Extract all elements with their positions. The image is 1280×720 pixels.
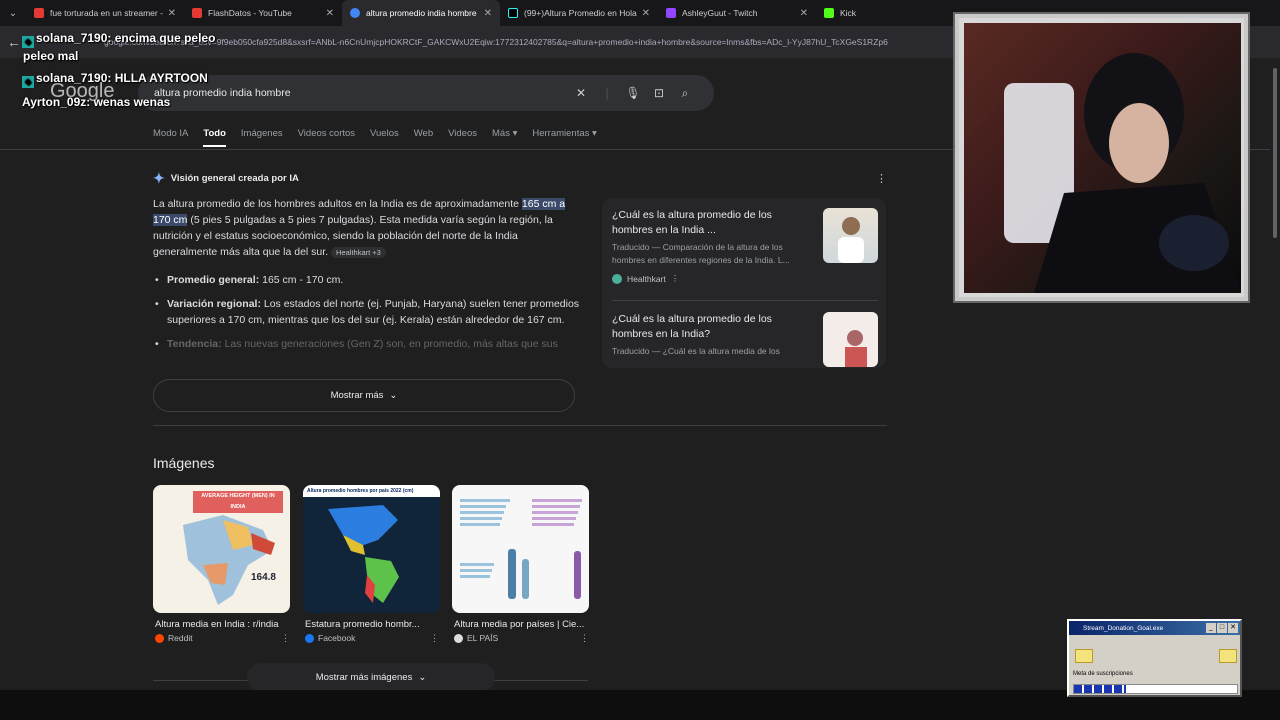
more-options-icon[interactable]: ⋮ xyxy=(281,633,290,644)
chevron-down-icon: ⌄ xyxy=(418,671,427,683)
image-source: Reddit xyxy=(155,633,193,643)
list-item: Promedio general: 165 cm - 170 cm. xyxy=(153,272,583,288)
search-icon[interactable]: ⌕ xyxy=(672,86,698,101)
ai-bullets: Promedio general: 165 cm - 170 cm. Varia… xyxy=(153,272,583,360)
image-source: Facebook xyxy=(305,633,355,643)
close-icon[interactable]: ✕ xyxy=(1228,623,1238,633)
tab-kick[interactable]: Kick xyxy=(816,0,974,26)
image-result[interactable]: AVERAGE HEIGHT (MEN) IN INDIA 164.8 xyxy=(153,485,290,613)
tab-videos-cortos[interactable]: Videos cortos xyxy=(298,128,355,147)
tab-videos[interactable]: Videos xyxy=(448,128,477,147)
more-options-icon[interactable]: ⋮ xyxy=(671,273,680,284)
close-tab-icon[interactable]: ✕ xyxy=(800,8,808,19)
url-field[interactable]: google.com/search?sca_esv=9f9eb050cfa925… xyxy=(104,37,964,47)
tab-herramientas[interactable]: Herramientas ▾ xyxy=(532,128,596,147)
twitch-icon xyxy=(666,8,676,18)
tab-web[interactable]: Web xyxy=(414,128,433,147)
window-titlebar: Stream_Donation_Goal.exe _ □ ✕ xyxy=(1069,621,1240,635)
image-result[interactable]: Altura promedio hombres por país 2022 (c… xyxy=(303,485,440,613)
facebook-icon xyxy=(305,633,314,643)
chat-message: peleo mal xyxy=(23,49,79,63)
close-tab-icon[interactable]: ✕ xyxy=(326,8,334,19)
source-card[interactable]: ¿Cuál es la altura promedio de los hombr… xyxy=(612,208,878,284)
ai-overview-text: La altura promedio de los hombres adulto… xyxy=(153,198,566,258)
sparkle-icon: ✦ xyxy=(153,170,165,186)
more-options-icon[interactable]: ⋮ xyxy=(876,172,887,185)
show-more-images-button[interactable]: Mostrar más imágenes ⌄ xyxy=(247,663,495,691)
youtube-icon xyxy=(34,8,44,18)
source-card[interactable]: ¿Cuál es la altura promedio de los hombr… xyxy=(612,312,878,367)
chat-message: ◆ solana_7190: HLLA AYRTOON xyxy=(22,70,215,88)
article-thumbnail xyxy=(823,312,878,367)
tab-streamer[interactable]: fue torturada en un streamer - ✕ xyxy=(26,0,184,26)
image-source: EL PAÍS xyxy=(454,633,498,643)
webcam-video xyxy=(964,23,1241,293)
tab-imagenes[interactable]: Imágenes xyxy=(241,128,283,147)
show-more-button[interactable]: Mostrar más ⌄ xyxy=(153,379,575,412)
ai-overview-heading: ✦ Visión general creada por IA xyxy=(153,170,299,186)
search-input[interactable] xyxy=(154,87,568,99)
search-nav-tabs: Modo IA Todo Imágenes Videos cortos Vuel… xyxy=(153,128,597,147)
india-map-graphic xyxy=(183,515,275,605)
image-caption[interactable]: Altura media en India : r/india xyxy=(155,619,292,630)
kick-icon xyxy=(824,8,834,18)
tab-search-icon[interactable]: ⌄ xyxy=(0,0,26,26)
more-options-icon[interactable]: ⋮ xyxy=(430,633,439,644)
man-photo-thumbnail xyxy=(823,208,878,263)
citation-chip[interactable]: Healthkart +3 xyxy=(331,247,386,258)
divider xyxy=(153,425,887,426)
goal-progress-bar xyxy=(1073,684,1238,694)
image-caption[interactable]: Estatura promedio hombr... xyxy=(305,619,442,630)
height-table-graphic xyxy=(460,499,582,599)
healthkart-icon xyxy=(612,273,622,284)
tab-modo-ia[interactable]: Modo IA xyxy=(153,128,188,147)
tab-mas[interactable]: Más ▾ xyxy=(492,128,517,147)
chevron-down-icon: ⌄ xyxy=(389,390,398,401)
close-tab-icon[interactable]: ✕ xyxy=(642,8,650,19)
chat-message: ◆ solana_7190: encima que peleo xyxy=(22,30,215,48)
tab-vuelos[interactable]: Vuelos xyxy=(370,128,399,147)
image-caption[interactable]: Altura media por países | Cie... xyxy=(454,619,591,630)
google-icon xyxy=(350,8,360,18)
folder-icon xyxy=(1075,649,1093,663)
list-item: Variación regional: Los estados del nort… xyxy=(153,296,583,328)
tab-tiktok[interactable]: (99+)Altura Promedio en Hola ✕ xyxy=(500,0,658,26)
maximize-icon[interactable]: □ xyxy=(1217,623,1227,633)
divider xyxy=(612,300,878,301)
webcam-overlay xyxy=(953,12,1250,303)
scrollbar-thumb[interactable] xyxy=(1273,68,1277,238)
close-tab-icon[interactable]: ✕ xyxy=(484,8,492,19)
chat-message: Ayrton_09z: wenas wenas xyxy=(22,95,171,109)
tab-twitch[interactable]: AshleyGuut - Twitch ✕ xyxy=(658,0,816,26)
donation-goal-window: Stream_Donation_Goal.exe _ □ ✕ Meta de sus… xyxy=(1067,619,1242,697)
fade-overlay xyxy=(153,348,583,368)
lens-icon[interactable]: ⊡ xyxy=(646,86,672,100)
minimize-icon[interactable]: _ xyxy=(1206,623,1216,633)
americas-map-graphic xyxy=(328,505,399,603)
goal-progress-fill xyxy=(1074,685,1127,693)
search-box[interactable]: ✕ | 🎙 ⊡ ⌕ xyxy=(138,75,714,111)
clear-icon[interactable]: ✕ xyxy=(568,86,594,100)
reddit-icon xyxy=(155,633,164,643)
tab-todo[interactable]: Todo xyxy=(203,128,226,147)
image-result[interactable] xyxy=(452,485,589,613)
sub-badge-icon: ◆ xyxy=(22,36,34,48)
microphone-icon[interactable]: 🎙 xyxy=(620,86,646,100)
youtube-icon xyxy=(192,8,202,18)
images-heading: Imágenes xyxy=(153,455,215,471)
more-options-icon[interactable]: ⋮ xyxy=(580,633,589,644)
stream-chat-overlay: ◆ solana_7190: encima que peleo peleo mal… xyxy=(22,30,215,110)
sub-badge-icon: ◆ xyxy=(22,76,34,88)
tab-flashdatos[interactable]: FlashDatos - YouTube ✕ xyxy=(184,0,342,26)
folder-icon xyxy=(1219,649,1237,663)
scrollbar[interactable] xyxy=(1270,58,1280,690)
close-tab-icon[interactable]: ✕ xyxy=(168,8,176,19)
goal-label: Meta de suscripciones xyxy=(1073,671,1133,677)
source-cards-panel: ¿Cuál es la altura promedio de los hombr… xyxy=(602,198,886,368)
el-pais-icon xyxy=(454,633,463,643)
tab-google-search[interactable]: altura promedio india hombre ✕ xyxy=(342,0,500,26)
tiktok-icon xyxy=(508,8,518,18)
